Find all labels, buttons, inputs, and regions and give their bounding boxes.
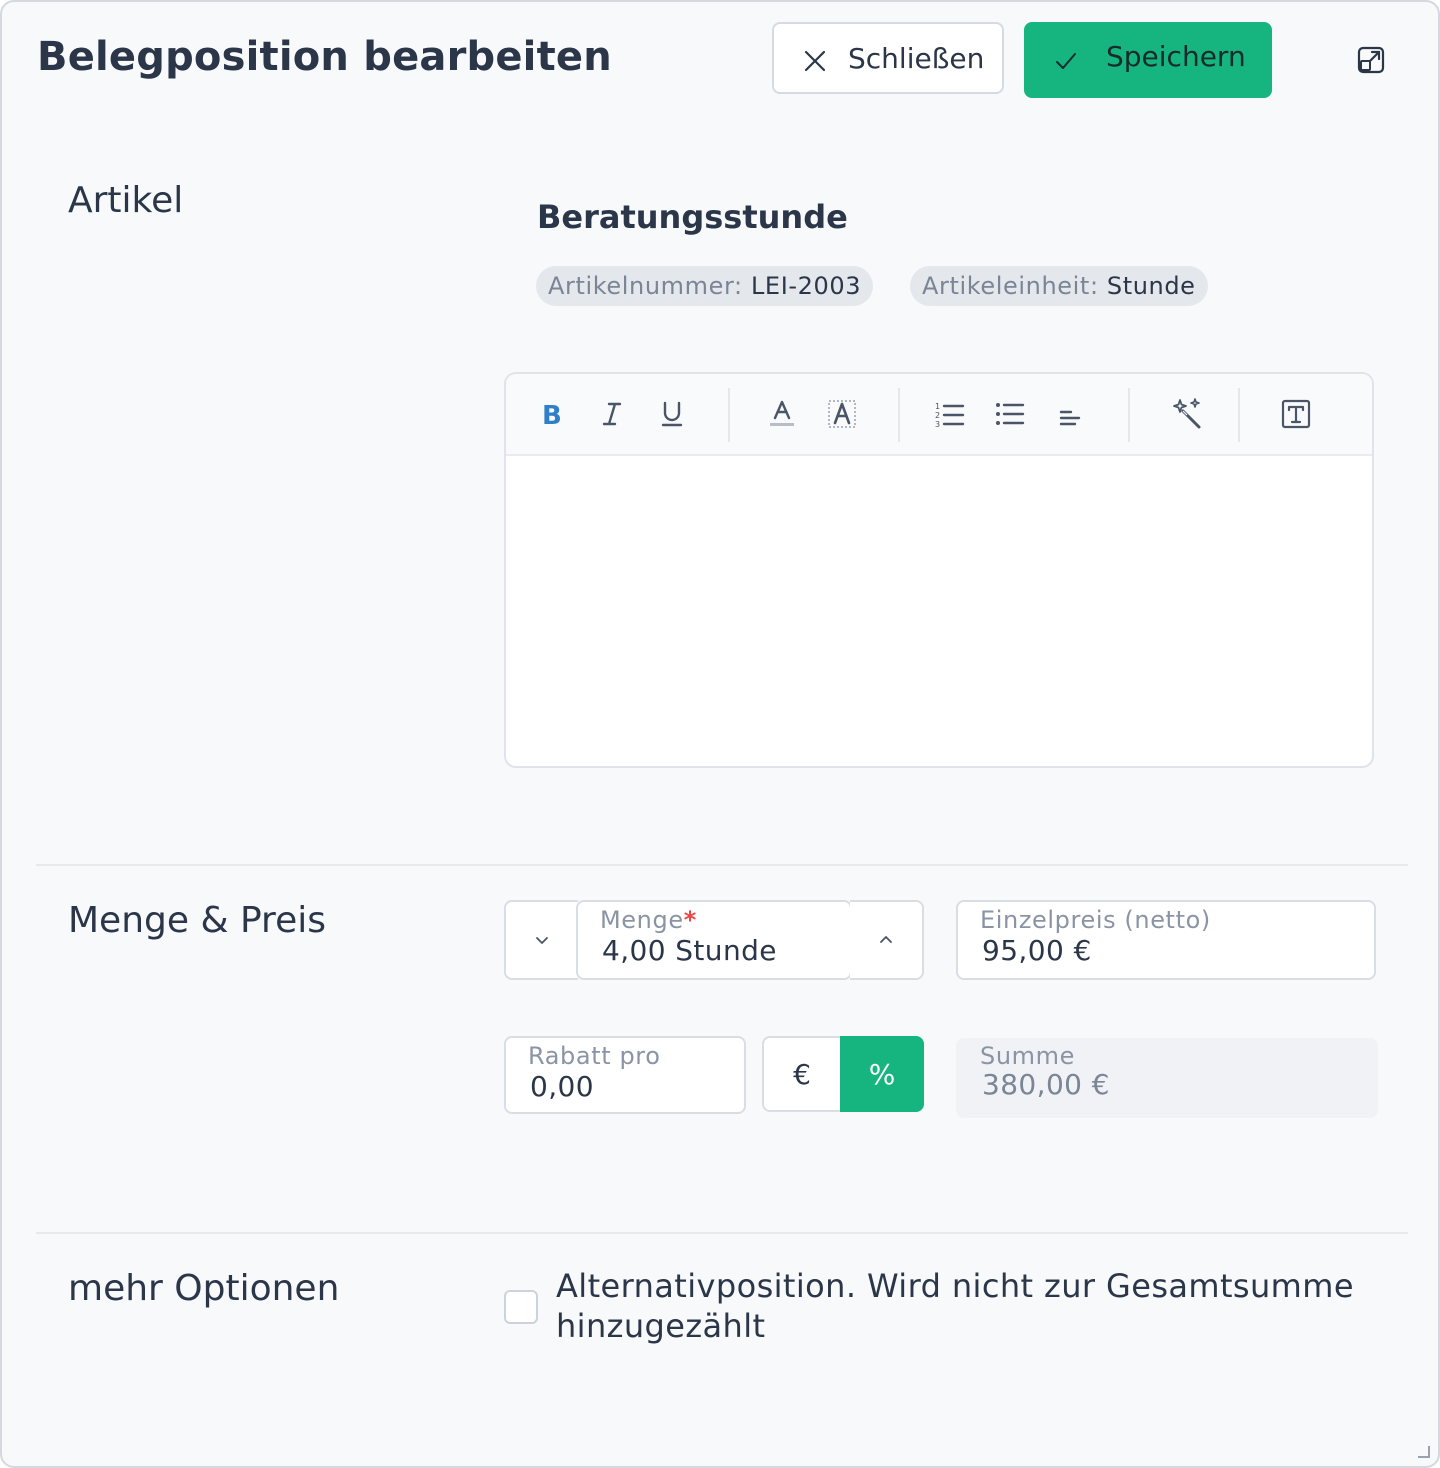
alternative-position-checkbox[interactable]: [504, 1290, 538, 1324]
chip-value: Stunde: [1106, 272, 1196, 300]
text-format-icon: [1281, 399, 1311, 429]
discount-field[interactable]: Rabatt pro 0,00: [504, 1036, 746, 1114]
svg-text:B: B: [542, 401, 562, 428]
close-icon: [804, 50, 826, 72]
align-icon: [1059, 410, 1081, 426]
discount-label: Rabatt pro: [528, 1042, 661, 1070]
italic-icon: [602, 402, 622, 426]
ordered-list-button[interactable]: 1 2 3: [930, 394, 970, 434]
save-button[interactable]: Speichern: [1024, 22, 1272, 98]
chip-key: Artikeleinheit:: [922, 272, 1099, 300]
chevron-up-icon: [880, 936, 892, 943]
magic-wand-button[interactable]: [1168, 394, 1208, 434]
italic-button[interactable]: [592, 394, 632, 434]
resize-handle-icon[interactable]: [1414, 1442, 1430, 1458]
magic-wand-icon: [1173, 398, 1201, 429]
bullet-list-button[interactable]: [990, 394, 1030, 434]
editor-content-area[interactable]: [506, 456, 1372, 752]
toolbar-separator: [728, 388, 730, 442]
edit-position-dialog: Belegposition bearbeiten Schließen Speic…: [0, 0, 1440, 1468]
discount-percent-button[interactable]: %: [840, 1036, 924, 1112]
article-name: Beratungsstunde: [537, 198, 848, 236]
underline-icon: [661, 401, 683, 427]
close-button[interactable]: Schließen: [772, 22, 1004, 94]
save-button-label: Speichern: [1106, 40, 1246, 73]
article-unit-chip: Artikeleinheit: Stunde: [910, 266, 1208, 306]
editor-toolbar: B 1 2 3: [506, 374, 1372, 456]
unit-price-field[interactable]: Einzelpreis (netto) 95,00 €: [956, 900, 1376, 980]
close-button-label: Schließen: [848, 42, 985, 75]
rich-text-editor: B 1 2 3: [504, 372, 1374, 768]
unit-price-label: Einzelpreis (netto): [980, 906, 1211, 934]
toolbar-separator: [1238, 388, 1240, 442]
svg-text:2: 2: [935, 411, 940, 420]
alternative-position-label[interactable]: Alternativposition. Wird nicht zur Gesam…: [556, 1266, 1376, 1346]
toolbar-separator: [898, 388, 900, 442]
ordered-list-icon: 1 2 3: [935, 402, 965, 428]
svg-text:3: 3: [935, 420, 940, 428]
quantity-decrease-button[interactable]: [504, 900, 578, 980]
required-mark: *: [683, 906, 697, 934]
sum-value: 380,00 €: [982, 1068, 1110, 1101]
unit-price-value: 95,00 €: [982, 934, 1092, 967]
highlight-icon: [828, 400, 856, 428]
expand-icon[interactable]: [1357, 46, 1385, 74]
quantity-label-text: Menge: [600, 906, 684, 934]
sum-field: Summe 380,00 €: [956, 1038, 1378, 1118]
toolbar-separator: [1128, 388, 1130, 442]
section-label-more-options: mehr Optionen: [68, 1268, 340, 1309]
section-divider: [36, 1232, 1408, 1234]
check-icon: [1056, 53, 1076, 69]
section-label-quantity-price: Menge & Preis: [68, 900, 326, 941]
dialog-title: Belegposition bearbeiten: [37, 34, 612, 80]
discount-euro-button[interactable]: €: [762, 1036, 840, 1112]
article-number-chip: Artikelnummer: LEI-2003: [536, 266, 874, 306]
chip-key: Artikelnummer:: [548, 272, 743, 300]
sum-label: Summe: [980, 1042, 1075, 1070]
bold-button[interactable]: B: [532, 394, 572, 434]
section-divider: [36, 864, 1408, 866]
bullet-list-icon: [996, 403, 1025, 425]
quantity-field[interactable]: Menge* 4,00 Stunde: [576, 900, 852, 980]
section-label-article: Artikel: [68, 180, 184, 221]
font-color-icon: [770, 400, 794, 426]
chevron-down-icon: [536, 937, 548, 944]
underline-button[interactable]: [652, 394, 692, 434]
quantity-value: 4,00 Stunde: [602, 934, 777, 967]
svg-text:1: 1: [935, 402, 940, 411]
discount-value: 0,00: [530, 1070, 594, 1103]
quantity-label: Menge*: [600, 906, 697, 934]
align-button[interactable]: [1050, 394, 1090, 434]
text-format-button[interactable]: [1276, 394, 1316, 434]
bold-icon: B: [542, 401, 562, 428]
chip-value: LEI-2003: [750, 272, 862, 300]
font-color-button[interactable]: [762, 394, 802, 434]
quantity-increase-button[interactable]: [850, 900, 924, 980]
highlight-button[interactable]: [822, 394, 862, 434]
